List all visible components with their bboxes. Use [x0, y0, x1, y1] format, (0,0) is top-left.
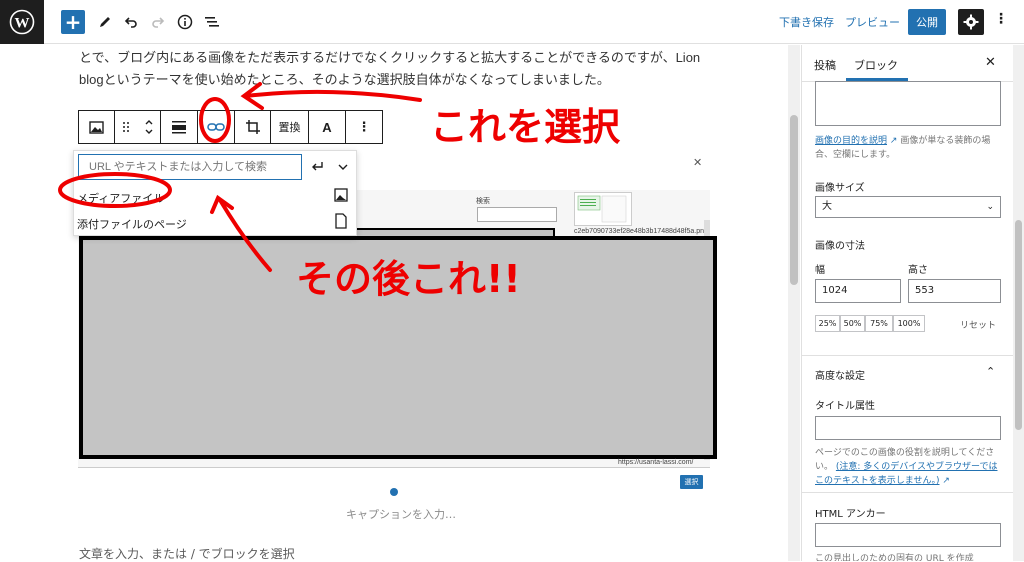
html-anchor-label: HTML アンカー — [815, 509, 886, 520]
chevron-down-icon: ⌄ — [986, 202, 994, 212]
tab-post[interactable]: 投稿 — [814, 57, 836, 73]
width-input[interactable]: 1024 — [815, 279, 901, 303]
external-link-icon: ↗ — [889, 136, 898, 146]
reset-button[interactable]: リセット — [960, 318, 996, 331]
scale-100-button[interactable]: 100% — [893, 315, 925, 332]
image-dimensions-label: 画像の寸法 — [815, 241, 865, 252]
next-block-placeholder[interactable]: 文章を入力、または / でブロックを選択 — [79, 545, 295, 562]
title-help-link[interactable]: (注意: 多くのデバイスやブラウザーではこのテキストを表示しません。) — [815, 462, 998, 486]
height-input[interactable]: 553 — [908, 279, 1001, 303]
sidebar-scrollbar[interactable] — [1013, 45, 1024, 561]
advanced-settings-label[interactable]: 高度な設定 — [815, 367, 865, 382]
section-divider — [802, 355, 1024, 356]
editor-scrollbar[interactable] — [788, 45, 800, 561]
image-size-label: 画像サイズ — [815, 183, 865, 194]
image-size-value: 大 — [822, 201, 832, 212]
image-size-select[interactable]: 大 ⌄ — [815, 196, 1001, 218]
title-attribute-label: タイトル属性 — [815, 401, 875, 412]
settings-sidebar: 投稿 ブロック ✕ 画像の目的を説明 ↗ 画像が単なる装飾の場合、空欄にします。… — [801, 45, 1024, 561]
caption-input[interactable]: キャプションを入力… — [346, 506, 456, 522]
scale-25-button[interactable]: 25% — [815, 315, 840, 332]
alt-help-link[interactable]: 画像の目的を説明 — [815, 136, 887, 146]
width-label: 幅 — [815, 265, 825, 276]
html-anchor-help: この見出しのための固有の URL を作成 — [815, 554, 974, 561]
scale-50-button[interactable]: 50% — [840, 315, 865, 332]
height-label: 高さ — [908, 265, 928, 276]
close-sidebar-icon[interactable]: ✕ — [985, 55, 996, 70]
annotation-select-this: これを選択 — [430, 105, 621, 149]
alt-text-help: 画像の目的を説明 ↗ 画像が単なる装飾の場合、空欄にします。 — [815, 134, 1001, 162]
title-attribute-input[interactable] — [815, 416, 1001, 440]
editor-scrollbar-thumb[interactable] — [790, 115, 798, 285]
scale-75-button[interactable]: 75% — [865, 315, 893, 332]
external-link-icon: ↗ — [942, 476, 950, 486]
sidebar-scrollbar-thumb[interactable] — [1015, 220, 1022, 430]
chevron-up-icon[interactable]: ⌃ — [986, 365, 995, 378]
title-attribute-help: ページでのこの画像の役割を説明してください。 (注意: 多くのデバイスやブラウザ… — [815, 446, 1001, 488]
resize-handle[interactable] — [390, 488, 398, 496]
alt-text-textarea[interactable] — [815, 81, 1001, 126]
annotation-then-this: その後これ!! — [296, 257, 521, 301]
html-anchor-input[interactable] — [815, 523, 1001, 547]
tab-block[interactable]: ブロック — [854, 57, 898, 73]
section-divider — [802, 492, 1024, 493]
